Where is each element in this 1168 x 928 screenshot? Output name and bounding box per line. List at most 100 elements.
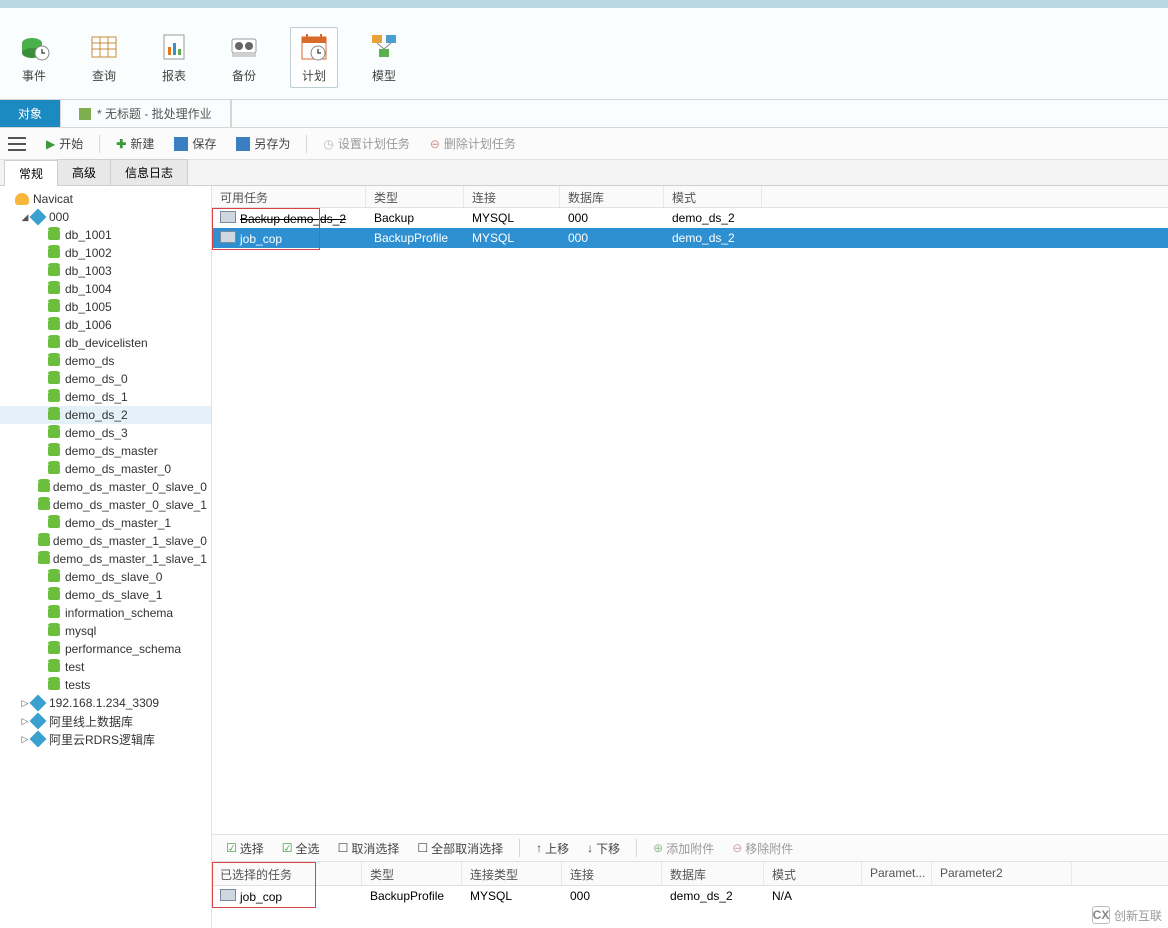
chevron-icon: ▷ bbox=[20, 734, 30, 744]
col-type[interactable]: 类型 bbox=[366, 186, 464, 207]
database-icon bbox=[46, 353, 62, 369]
tree-item[interactable]: ▷192.168.1.234_3309 bbox=[0, 694, 211, 712]
available-tasks-header: 可用任务 类型 连接 数据库 模式 bbox=[212, 186, 1168, 208]
sub-tab-advanced[interactable]: 高级 bbox=[57, 159, 111, 185]
col-conn[interactable]: 连接 bbox=[464, 186, 560, 207]
tree-item[interactable]: db_1002 bbox=[0, 244, 211, 262]
tree-item[interactable]: Navicat bbox=[0, 190, 211, 208]
set-schedule-button[interactable]: ◷ 设置计划任务 bbox=[315, 132, 418, 155]
col-mode[interactable]: 模式 bbox=[664, 186, 762, 207]
tree-item[interactable]: demo_ds_master_0_slave_1 bbox=[0, 496, 211, 514]
task-icon bbox=[220, 889, 236, 901]
tree-label: demo_ds_master_0_slave_0 bbox=[53, 480, 207, 494]
tree-item[interactable]: demo_ds_1 bbox=[0, 388, 211, 406]
tree-label: 192.168.1.234_3309 bbox=[49, 696, 159, 710]
sidebar-tree[interactable]: Navicat ◢000db_1001db_1002db_1003db_1004d… bbox=[0, 186, 212, 928]
backup-button[interactable]: 备份 bbox=[220, 27, 268, 88]
col-db[interactable]: 数据库 bbox=[560, 186, 664, 207]
tree-item[interactable]: demo_ds_master_1_slave_0 bbox=[0, 532, 211, 550]
tab-object[interactable]: 对象 bbox=[0, 100, 61, 127]
tab-untitled[interactable]: * 无标题 - 批处理作业 bbox=[61, 100, 231, 127]
tree-item[interactable]: db_devicelisten bbox=[0, 334, 211, 352]
tree-label: Navicat bbox=[33, 192, 73, 206]
chevron-icon bbox=[36, 248, 46, 258]
chevron-icon bbox=[36, 284, 46, 294]
tree-item[interactable]: demo_ds_master bbox=[0, 442, 211, 460]
remove-attach-button[interactable]: ⊖移除附件 bbox=[726, 838, 799, 859]
task-row[interactable]: job_copBackupProfileMYSQL000demo_ds_2 bbox=[212, 228, 1168, 248]
scol-db[interactable]: 数据库 bbox=[662, 862, 764, 885]
tree-item[interactable]: db_1005 bbox=[0, 298, 211, 316]
minus-circle-icon: ⊖ bbox=[732, 841, 742, 855]
tree-item[interactable]: demo_ds_3 bbox=[0, 424, 211, 442]
tree-label: demo_ds_master_0 bbox=[65, 462, 171, 476]
database-icon bbox=[46, 677, 62, 693]
chevron-icon bbox=[36, 356, 46, 366]
connection-icon bbox=[30, 695, 46, 711]
selected-task-row[interactable]: job_copBackupProfileMYSQL000demo_ds_2N/A bbox=[212, 886, 1168, 906]
tree-item[interactable]: information_schema bbox=[0, 604, 211, 622]
tab-close-button[interactable] bbox=[231, 100, 259, 127]
select-button[interactable]: ☑选择 bbox=[220, 838, 270, 859]
scol-type[interactable]: 类型 bbox=[362, 862, 462, 885]
tree-item[interactable]: demo_ds_master_1 bbox=[0, 514, 211, 532]
event-button[interactable]: 事件 bbox=[10, 27, 58, 88]
tree-item[interactable]: demo_ds_master_1_slave_1 bbox=[0, 550, 211, 568]
schedule-button[interactable]: 计划 bbox=[290, 27, 338, 88]
tree-label: 阿里云RDRS逻辑库 bbox=[49, 731, 155, 748]
delete-schedule-button[interactable]: ⊖ 删除计划任务 bbox=[422, 132, 524, 155]
tree-item[interactable]: demo_ds_slave_1 bbox=[0, 586, 211, 604]
tree-item[interactable]: ▷阿里线上数据库 bbox=[0, 712, 211, 730]
tree-item[interactable]: demo_ds_master_0_slave_0 bbox=[0, 478, 211, 496]
sub-tab-general[interactable]: 常规 bbox=[4, 160, 58, 186]
move-up-button[interactable]: ↑上移 bbox=[530, 838, 575, 859]
move-down-button[interactable]: ↓下移 bbox=[581, 838, 626, 859]
tree-label: db_1005 bbox=[65, 300, 112, 314]
scol-conn[interactable]: 连接 bbox=[562, 862, 662, 885]
watermark: CX 创新互联 bbox=[1092, 906, 1162, 924]
scol-p1[interactable]: Paramet... bbox=[862, 862, 932, 885]
tree-label: 000 bbox=[49, 210, 69, 224]
database-icon bbox=[46, 605, 62, 621]
scol-mode[interactable]: 模式 bbox=[764, 862, 862, 885]
task-row[interactable]: Backup demo_ds_2BackupMYSQL000demo_ds_2 bbox=[212, 208, 1168, 228]
deselect-all-button[interactable]: ☐全部取消选择 bbox=[411, 838, 509, 859]
tree-item[interactable]: db_1003 bbox=[0, 262, 211, 280]
chevron-icon bbox=[36, 302, 46, 312]
tree-item[interactable]: demo_ds_slave_0 bbox=[0, 568, 211, 586]
chevron-icon bbox=[36, 464, 46, 474]
tree-item[interactable]: db_1004 bbox=[0, 280, 211, 298]
tree-item[interactable]: tests bbox=[0, 676, 211, 694]
tree-item[interactable]: demo_ds_0 bbox=[0, 370, 211, 388]
model-button[interactable]: 模型 bbox=[360, 27, 408, 88]
tree-item[interactable]: ◢000 bbox=[0, 208, 211, 226]
deselect-button[interactable]: ☐取消选择 bbox=[332, 838, 406, 859]
tree-item[interactable]: test bbox=[0, 658, 211, 676]
tree-item[interactable]: demo_ds bbox=[0, 352, 211, 370]
database-icon bbox=[37, 533, 50, 549]
col-task[interactable]: 可用任务 bbox=[212, 186, 366, 207]
tree-item[interactable]: demo_ds_master_0 bbox=[0, 460, 211, 478]
sub-tab-message-log[interactable]: 信息日志 bbox=[110, 159, 188, 185]
report-button[interactable]: 报表 bbox=[150, 27, 198, 88]
save-as-button[interactable]: 另存为 bbox=[228, 132, 298, 155]
tree-item[interactable]: ▷ 阿里云RDRS逻辑库 bbox=[0, 730, 211, 748]
query-button[interactable]: 查询 bbox=[80, 27, 128, 88]
tree-item[interactable]: performance_schema bbox=[0, 640, 211, 658]
database-icon bbox=[37, 551, 50, 567]
add-attach-button[interactable]: ⊕添加附件 bbox=[647, 838, 720, 859]
scol-task[interactable]: 已选择的任务 bbox=[212, 862, 362, 885]
select-all-button[interactable]: ☑全选 bbox=[276, 838, 326, 859]
tree-label: demo_ds_master_0_slave_1 bbox=[53, 498, 207, 512]
tree-item[interactable]: mysql bbox=[0, 622, 211, 640]
start-button[interactable]: ▶ 开始 bbox=[38, 132, 91, 155]
tree-item[interactable]: demo_ds_2 bbox=[0, 406, 211, 424]
database-icon bbox=[46, 407, 62, 423]
new-button[interactable]: ✚ 新建 bbox=[108, 132, 162, 155]
tree-item[interactable]: db_1001 bbox=[0, 226, 211, 244]
scol-ctype[interactable]: 连接类型 bbox=[462, 862, 562, 885]
menu-icon[interactable] bbox=[8, 137, 26, 151]
tree-item[interactable]: db_1006 bbox=[0, 316, 211, 334]
scol-p2[interactable]: Parameter2 bbox=[932, 862, 1072, 885]
save-button[interactable]: 保存 bbox=[166, 132, 224, 155]
